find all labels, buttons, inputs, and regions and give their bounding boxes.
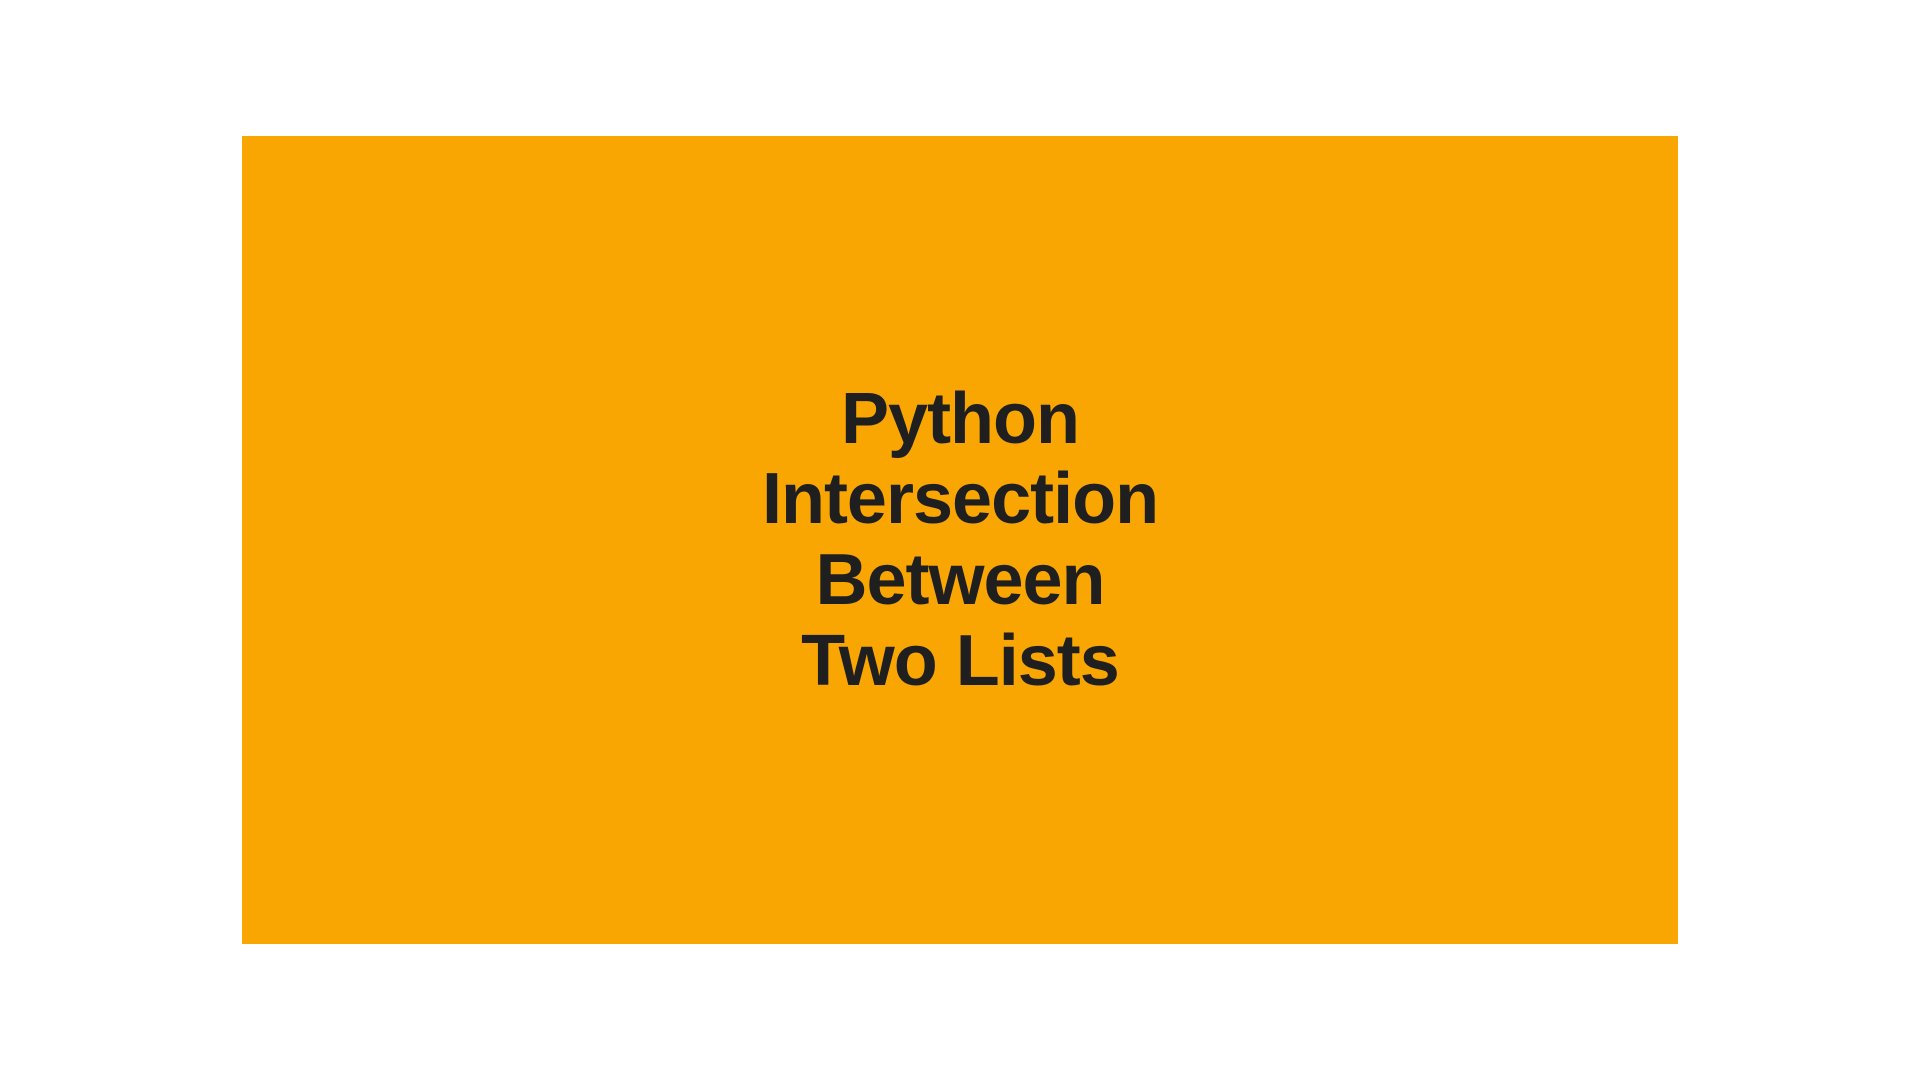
title-line-2: Intersection xyxy=(762,459,1158,540)
title-line-3: Between xyxy=(762,540,1158,621)
cover-title: Python Intersection Between Two Lists xyxy=(762,379,1158,702)
title-line-4: Two Lists xyxy=(762,621,1158,702)
title-line-1: Python xyxy=(762,379,1158,460)
cover-card: Python Intersection Between Two Lists xyxy=(242,136,1678,944)
